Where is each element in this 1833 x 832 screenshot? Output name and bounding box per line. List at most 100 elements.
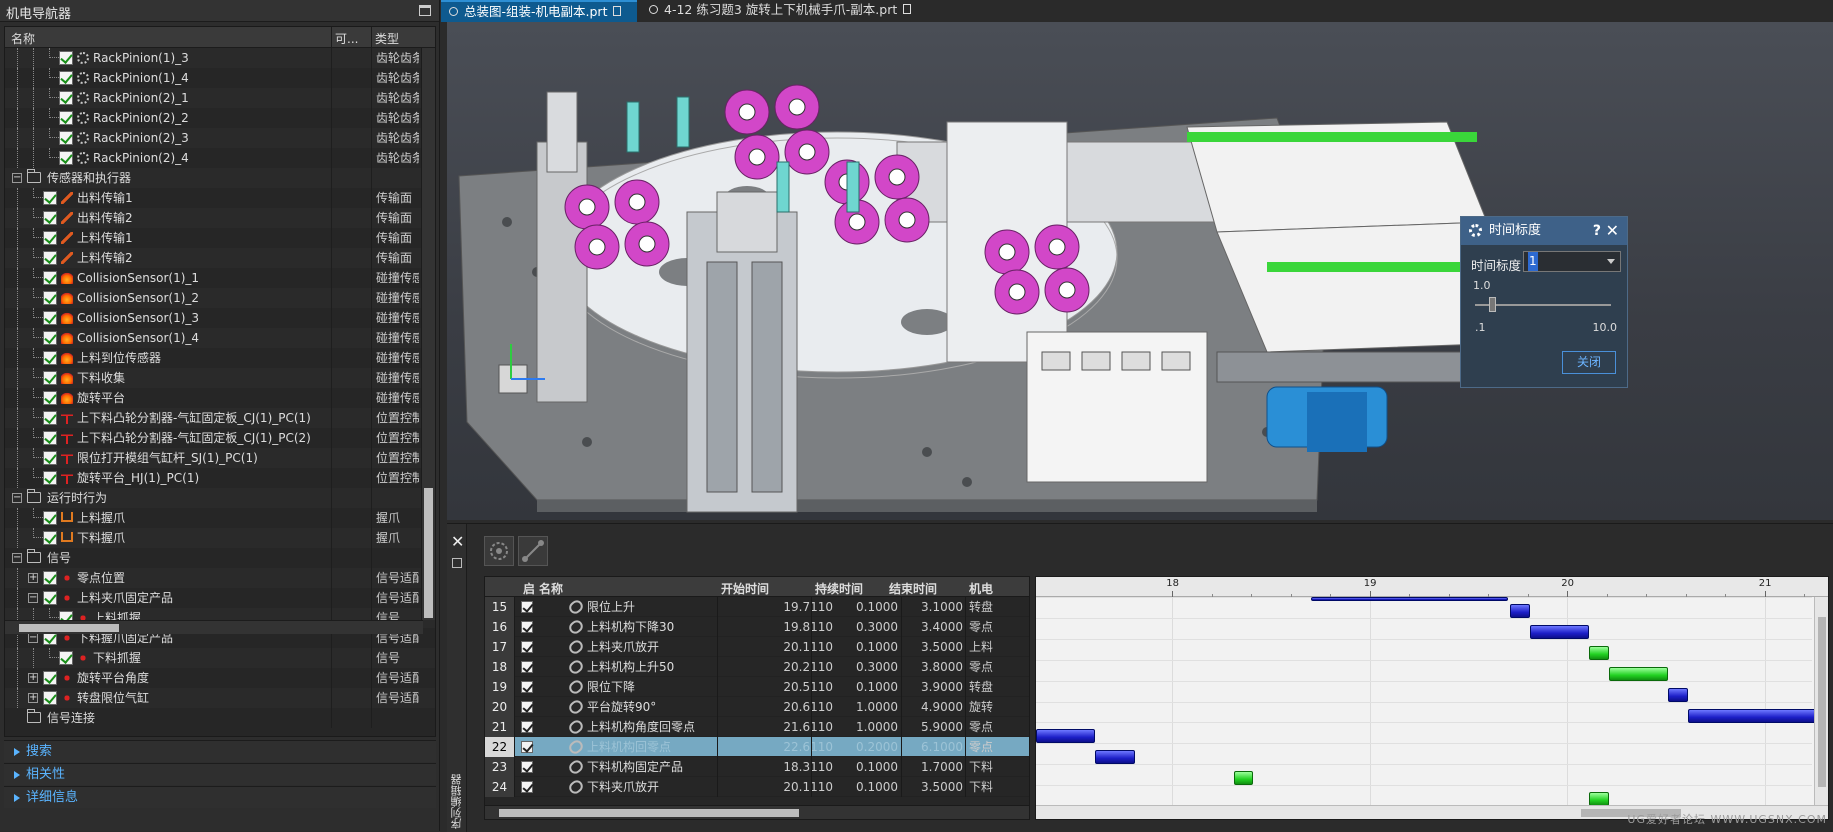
visibility-checkbox[interactable]	[43, 351, 57, 365]
view-triad[interactable]	[499, 344, 549, 394]
col-target[interactable]: 机电	[969, 580, 993, 597]
visibility-checkbox[interactable]	[43, 271, 57, 285]
tree-row[interactable]: + 转盘限位气缸 信号适配器	[5, 688, 435, 708]
enable-checkbox[interactable]	[521, 721, 533, 733]
operation-filter-button[interactable]	[484, 536, 514, 566]
operation-bar[interactable]	[1233, 771, 1254, 786]
visibility-checkbox[interactable]	[43, 591, 57, 605]
tree-row[interactable]: 上料握爪 握爪	[5, 508, 435, 528]
operation-row[interactable]: 19 限位下降 20.5110 0.1000 3.9000 转盘	[485, 677, 1029, 697]
visibility-checkbox[interactable]	[59, 51, 73, 65]
visibility-checkbox[interactable]	[59, 71, 73, 85]
visibility-checkbox[interactable]	[43, 671, 57, 685]
operation-row[interactable]: 16 上料机构下降30 19.8110 0.3000 3.4000 零点	[485, 617, 1029, 637]
operation-bar[interactable]	[1589, 645, 1609, 660]
tab-main-assembly[interactable]: 总装图-组装-机电副本.prt	[441, 0, 637, 22]
time-scale-slider-handle[interactable]	[1488, 297, 1496, 312]
enable-checkbox[interactable]	[521, 661, 533, 673]
tree-row[interactable]: 下料抓握 信号	[5, 648, 435, 668]
close-icon[interactable]: ✕	[1606, 217, 1619, 245]
maximize-icon[interactable]	[419, 5, 431, 16]
tree-row[interactable]: 上料传输2 传输面	[5, 248, 435, 268]
tree-row[interactable]: − 传感器和执行器	[5, 168, 435, 188]
close-icon[interactable]: ✕	[451, 532, 464, 551]
tree-row[interactable]: 旋转平台_HJ(1)_PC(1) 位置控制	[5, 468, 435, 488]
tree-row[interactable]: 上料到位传感器 碰撞传感器	[5, 348, 435, 368]
visibility-checkbox[interactable]	[43, 531, 57, 545]
visibility-checkbox[interactable]	[59, 111, 73, 125]
expand-icon[interactable]: +	[28, 693, 38, 703]
tree-horizontal-scrollbar[interactable]	[5, 620, 423, 634]
visibility-checkbox[interactable]	[59, 91, 73, 105]
expand-icon[interactable]: +	[28, 673, 38, 683]
enable-checkbox[interactable]	[521, 621, 533, 633]
pin-icon[interactable]	[903, 4, 912, 14]
tree-row[interactable]: RackPinion(2)_1 齿轮齿条	[5, 88, 435, 108]
timeline-ruler[interactable]: 18192021222324	[1036, 577, 1828, 597]
tree-row[interactable]: 信号连接	[5, 708, 435, 728]
operation-row[interactable]: 18 上料机构上升50 20.2110 0.3000 3.8000 零点	[485, 657, 1029, 677]
visibility-checkbox[interactable]	[59, 131, 73, 145]
visibility-checkbox[interactable]	[43, 231, 57, 245]
tree-row[interactable]: CollisionSensor(1)_2 碰撞传感器	[5, 288, 435, 308]
operation-bar[interactable]	[1687, 708, 1828, 723]
col-duration[interactable]: 持续时间	[815, 580, 863, 597]
enable-checkbox[interactable]	[521, 601, 533, 613]
tree-row[interactable]: RackPinion(2)_3 齿轮齿条	[5, 128, 435, 148]
operation-bar[interactable]	[1095, 750, 1135, 765]
visibility-checkbox[interactable]	[43, 451, 57, 465]
operation-row[interactable]: 17 上料夹爪放开 20.1110 0.1000 3.5000 上料	[485, 637, 1029, 657]
operation-bar[interactable]	[1589, 792, 1609, 807]
tree-row[interactable]: 下料收集 碰撞传感器	[5, 368, 435, 388]
tree-row[interactable]: 旋转平台 碰撞传感器	[5, 388, 435, 408]
enable-checkbox[interactable]	[521, 741, 533, 753]
visibility-checkbox[interactable]	[43, 371, 57, 385]
visibility-checkbox[interactable]	[43, 251, 57, 265]
close-button[interactable]: 关闭	[1562, 351, 1616, 374]
collapse-icon[interactable]: −	[12, 553, 22, 563]
collapse-icon[interactable]: −	[12, 173, 22, 183]
time-scale-dropdown[interactable]: 1	[1523, 251, 1621, 272]
visibility-checkbox[interactable]	[43, 691, 57, 705]
tree-row[interactable]: 限位打开模组气缸杆_SJ(1)_PC(1) 位置控制	[5, 448, 435, 468]
tree-row[interactable]: 上料传输1 传输面	[5, 228, 435, 248]
col-type-header[interactable]: 类型	[375, 30, 399, 47]
table-horizontal-scrollbar[interactable]	[485, 805, 1029, 819]
visibility-checkbox[interactable]	[43, 411, 57, 425]
visibility-checkbox[interactable]	[43, 311, 57, 325]
gantt-timeline[interactable]: 18192021222324	[1035, 576, 1829, 820]
operation-row[interactable]: 22 上料机构回零点 22.6110 0.2000 6.1000 零点	[485, 737, 1029, 757]
tree-row[interactable]: 下料握爪 握爪	[5, 528, 435, 548]
tree-row[interactable]: RackPinion(1)_3 齿轮齿条	[5, 48, 435, 68]
col-visible-header[interactable]: 可...	[335, 30, 358, 47]
tree-row[interactable]: 上下料凸轮分割器-气缸固定板_CJ(1)_PC(1) 位置控制	[5, 408, 435, 428]
pin-icon[interactable]	[613, 6, 622, 16]
tree-row[interactable]: 上下料凸轮分割器-气缸固定板_CJ(1)_PC(2) 位置控制	[5, 428, 435, 448]
dependencies-panel-header[interactable]: 相关性	[4, 763, 436, 785]
collapse-icon[interactable]: −	[28, 633, 38, 643]
tree-row[interactable]: RackPinion(2)_2 齿轮齿条	[5, 108, 435, 128]
search-panel-header[interactable]: 搜索	[4, 740, 436, 762]
visibility-checkbox[interactable]	[43, 471, 57, 485]
details-panel-header[interactable]: 详细信息	[4, 786, 436, 808]
tree-row[interactable]: − 信号	[5, 548, 435, 568]
visibility-checkbox[interactable]	[43, 511, 57, 525]
visibility-checkbox[interactable]	[43, 291, 57, 305]
help-icon[interactable]: ?	[1593, 217, 1601, 245]
enable-checkbox[interactable]	[521, 781, 533, 793]
operation-bar[interactable]	[1608, 666, 1668, 681]
visibility-checkbox[interactable]	[43, 391, 57, 405]
enable-checkbox[interactable]	[521, 701, 533, 713]
visibility-checkbox[interactable]	[59, 151, 73, 165]
tree-row[interactable]: + 旋转平台角度 信号适配器	[5, 668, 435, 688]
visibility-checkbox[interactable]	[43, 431, 57, 445]
visibility-checkbox[interactable]	[43, 211, 57, 225]
link-operation-button[interactable]	[518, 536, 548, 566]
operation-bar[interactable]	[1310, 597, 1509, 601]
operation-bar[interactable]	[1510, 604, 1530, 618]
tree-row[interactable]: + 零点位置 信号适配器	[5, 568, 435, 588]
visibility-checkbox[interactable]	[59, 651, 73, 665]
col-name-header[interactable]: 名称	[11, 30, 35, 47]
operation-row[interactable]: 15 限位上升 19.7110 0.1000 3.1000 转盘	[485, 597, 1029, 617]
timeline-vertical-scrollbar[interactable]	[1814, 597, 1828, 807]
